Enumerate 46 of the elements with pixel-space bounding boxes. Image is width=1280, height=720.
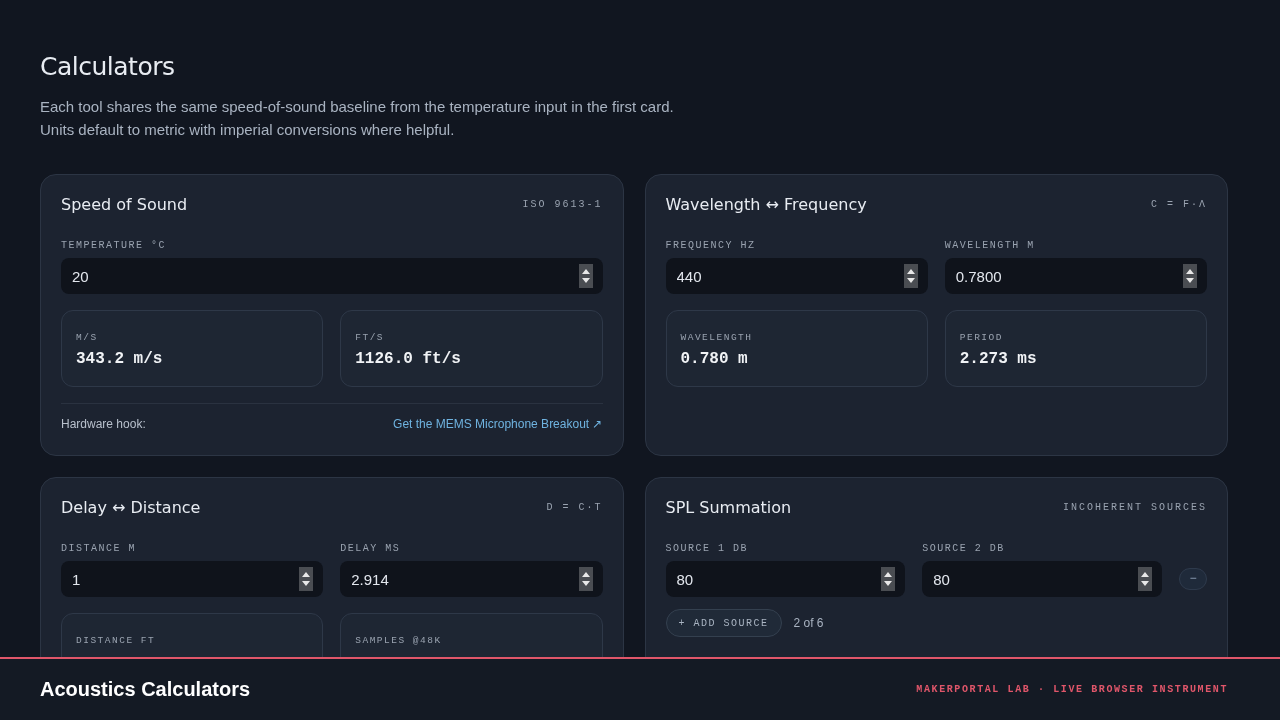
add-source-button[interactable]: + ADD SOURCE — [665, 609, 782, 637]
field-label: SOURCE 1 DB — [665, 543, 749, 554]
result-label: WAVELENGTH — [680, 332, 754, 343]
number-field[interactable]: 1 — [61, 561, 324, 597]
card-tag: INCOHERENT SOURCES — [1062, 502, 1207, 513]
result-value: 0.780 m — [680, 350, 749, 368]
result-value: 2.273 ms — [959, 350, 1038, 368]
result-value: 343.2 m/s — [76, 350, 164, 368]
hook-label: Hardware hook: — [61, 417, 146, 431]
field-label: TEMPERATURE °C — [61, 240, 167, 251]
footer-title: Acoustics Calculators — [40, 678, 251, 701]
card-tag: D = C·T — [546, 502, 603, 513]
number-field[interactable]: 20 — [61, 258, 603, 294]
number-field[interactable]: 80 — [665, 561, 906, 597]
number-field[interactable]: 2.914 — [340, 561, 603, 597]
card-tag: ISO 9613-1 — [522, 199, 603, 210]
remove-source-button[interactable]: − — [1179, 568, 1207, 590]
field-label: SOURCE 2 DB — [922, 543, 1006, 554]
page-description: Units default to metric with imperial conversions where helpful. — [40, 120, 456, 140]
source-count: 2 of 6 — [793, 616, 824, 630]
product-link[interactable]: Get the MEMS Microphone Breakout ↗ — [393, 417, 603, 431]
result-label: FT/S — [355, 332, 386, 343]
result-value: 1126.0 ft/s — [355, 350, 462, 368]
spinner-icon[interactable] — [1138, 567, 1152, 591]
page-description: Each tool shares the same speed-of-sound baseline from the temperature input in the first card. — [40, 97, 675, 117]
card-tag: C = F·Λ — [1151, 199, 1207, 210]
spinner-icon[interactable] — [1183, 264, 1197, 288]
card-title: SPL Summation — [665, 498, 792, 517]
result-label: M/S — [76, 332, 99, 343]
result-label: PERIOD — [959, 332, 1004, 343]
card-title: Speed of Sound — [61, 195, 188, 214]
footer-tagline: MAKERPORTAL LAB · LIVE BROWSER INSTRUMENT — [916, 684, 1228, 695]
field-label: DISTANCE M — [61, 543, 137, 554]
number-field[interactable]: 80 — [922, 561, 1162, 597]
field-label: WAVELENGTH M — [944, 240, 1036, 251]
result-label: DISTANCE FT — [76, 635, 157, 646]
number-field[interactable]: 440 — [665, 258, 928, 294]
card-title: Wavelength ↔ Frequency — [665, 195, 867, 214]
spinner-icon[interactable] — [299, 567, 314, 591]
number-field[interactable]: 0.7800 — [944, 258, 1207, 294]
field-label: DELAY MS — [340, 543, 402, 554]
spinner-icon[interactable] — [881, 567, 896, 591]
field-label: FREQUENCY HZ — [665, 240, 757, 251]
result-label: SAMPLES @48K — [355, 635, 443, 646]
page-title: Calculators — [40, 52, 176, 81]
card-title: Delay ↔ Distance — [61, 498, 201, 517]
